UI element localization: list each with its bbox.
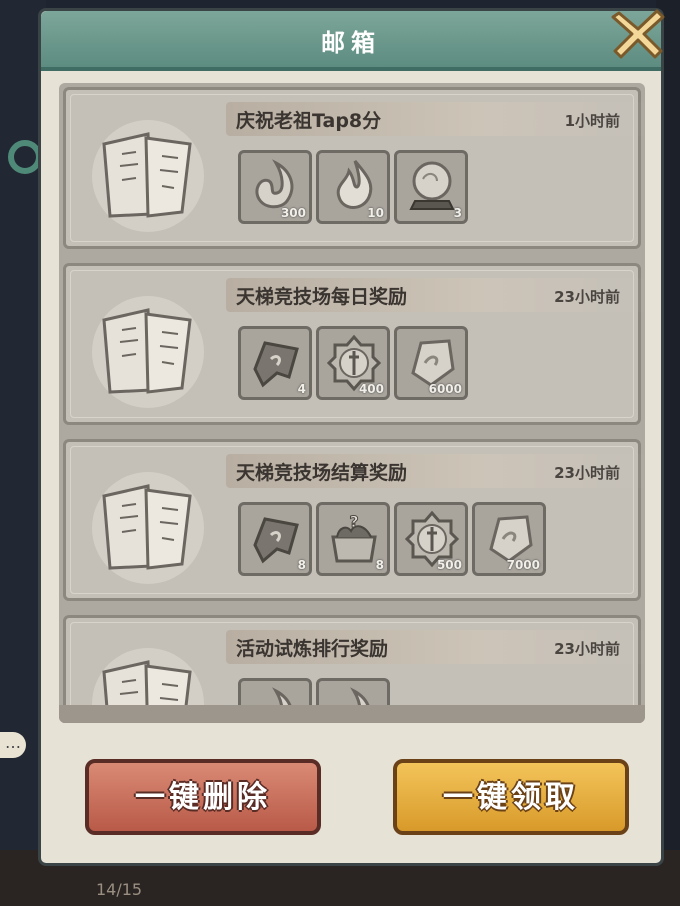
jade-ring-icon	[8, 140, 42, 174]
reward-count: 300	[280, 206, 306, 220]
letter-icon	[92, 296, 204, 408]
reward-slot[interactable]: 4	[238, 326, 312, 400]
reward-count: 10	[367, 206, 384, 220]
mail-time: 23小时前	[554, 640, 620, 658]
mail-title: 活动试炼排行奖励	[236, 638, 389, 660]
reward-slot[interactable]: 7000	[472, 502, 546, 576]
claim-all-button[interactable]: 一键领取	[393, 759, 629, 835]
mail-title: 庆祝老祖Tap8分	[236, 110, 382, 132]
mail-list[interactable]: 庆祝老祖Tap8分 1小时前 300 10 3 天梯竞技场每日奖励 23小时前 …	[59, 83, 645, 723]
scroll-banner-icon	[253, 341, 299, 388]
scroll-banner-icon	[253, 517, 299, 564]
reward-slot[interactable]: 8	[238, 502, 312, 576]
reward-slot[interactable]: 300	[238, 150, 312, 224]
background-counter: 14/15	[96, 880, 143, 899]
reward-count: 400	[358, 382, 384, 396]
crystal-orb-icon	[409, 161, 455, 210]
reward-slot[interactable]: 10	[316, 150, 390, 224]
mailbox-panel: 邮箱 庆祝老祖Tap8分 1小时前 300 10 3 天梯竞技场每日奖励 23小…	[38, 5, 667, 866]
delete-all-button[interactable]: 一键删除	[85, 759, 321, 835]
mail-time: 1小时前	[564, 112, 620, 130]
mail-title: 天梯竞技场结算奖励	[236, 462, 408, 484]
list-bottom-edge	[59, 705, 645, 723]
svg-text:?: ?	[349, 512, 358, 531]
panel-header: 邮箱	[41, 11, 661, 71]
reward-slot[interactable]: 500	[394, 502, 468, 576]
mail-item[interactable]: 庆祝老祖Tap8分 1小时前 300 10 3	[63, 87, 645, 249]
reward-slot[interactable]: ? 8	[316, 502, 390, 576]
reward-count: 3	[453, 206, 462, 220]
reward-count: 6000	[428, 382, 462, 396]
reward-count: 7000	[506, 558, 540, 572]
panel-title: 邮箱	[321, 29, 381, 57]
letter-icon	[92, 472, 204, 584]
mail-item[interactable]: 天梯竞技场每日奖励 23小时前 4 400 6000	[63, 263, 645, 425]
reward-count: 8	[297, 558, 306, 572]
mystery-chest-icon: ?	[331, 512, 377, 563]
reward-slot[interactable]: 6000	[394, 326, 468, 400]
chat-bubble-icon[interactable]: …	[0, 732, 26, 758]
mail-time: 23小时前	[554, 464, 620, 482]
reward-slot[interactable]: 400	[316, 326, 390, 400]
mail-time: 23小时前	[554, 288, 620, 306]
reward-slot[interactable]: 3	[394, 150, 468, 224]
reward-count: 4	[297, 382, 306, 396]
letter-icon	[92, 120, 204, 232]
reward-count: 500	[436, 558, 462, 572]
mail-item[interactable]: 天梯竞技场结算奖励 23小时前 8 ? 8 500 7000	[63, 439, 645, 601]
close-icon[interactable]	[609, 5, 667, 63]
mail-title: 天梯竞技场每日奖励	[236, 286, 408, 308]
reward-count: 8	[375, 558, 384, 572]
